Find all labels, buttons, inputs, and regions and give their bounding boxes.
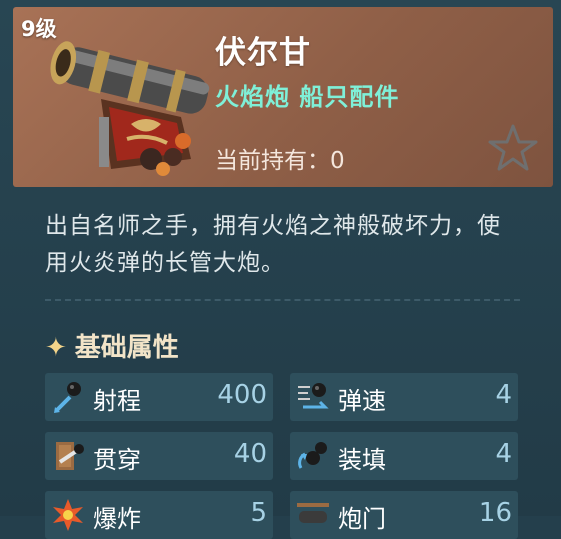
item-holding-count: 当前持有：0 [215,148,345,174]
item-description: 出自名师之手，拥有火焰之神般破坏力，使用火炎弹的长管大炮。 [45,213,501,276]
sparkle-icon: ✦ [45,333,67,363]
section-title-label: 基础属性 [74,333,179,363]
stat-label: 爆炸 [93,505,141,533]
stat-label: 装填 [338,446,386,474]
stat-label: 炮门 [338,505,386,533]
gunport-icon [297,503,329,523]
section-title: ✦ 基础属性 [45,327,179,364]
stat-penetration: 贯穿 40 [45,432,273,480]
stat-gunport: 炮门 16 [290,491,518,539]
item-header: 9级 伏尔甘 火焰炮 船只配件 当前持有：0 [13,7,553,187]
star-icon[interactable] [487,123,539,173]
divider [45,299,520,301]
explosion-icon [53,499,83,531]
range-icon [54,382,81,413]
stat-shell-speed: 弹速 4 [290,373,518,421]
stat-label: 贯穿 [93,446,141,474]
stat-value: 16 [478,498,512,528]
item-name: 伏尔甘 [215,35,311,71]
penetration-icon [56,442,84,470]
stat-value: 5 [250,498,267,528]
item-detail-card: 9级 伏尔甘 火焰炮 船只配件 当前持有：0 出自名师之手，拥有火焰之神般破坏力… [0,0,561,539]
reload-icon [298,442,327,469]
stat-label: 弹速 [338,387,386,415]
stat-reload: 装填 4 [290,432,518,480]
cannon-icon [50,41,210,176]
stat-value: 4 [495,439,512,469]
stat-value: 40 [233,439,267,469]
shell-speed-icon [298,383,329,409]
stat-explosion: 爆炸 5 [45,491,273,539]
stat-value: 4 [495,380,512,410]
item-category: 火焰炮 船只配件 [215,83,400,111]
stat-label: 射程 [93,387,141,415]
stat-range: 射程 400 [45,373,273,421]
stat-value: 400 [217,380,267,410]
